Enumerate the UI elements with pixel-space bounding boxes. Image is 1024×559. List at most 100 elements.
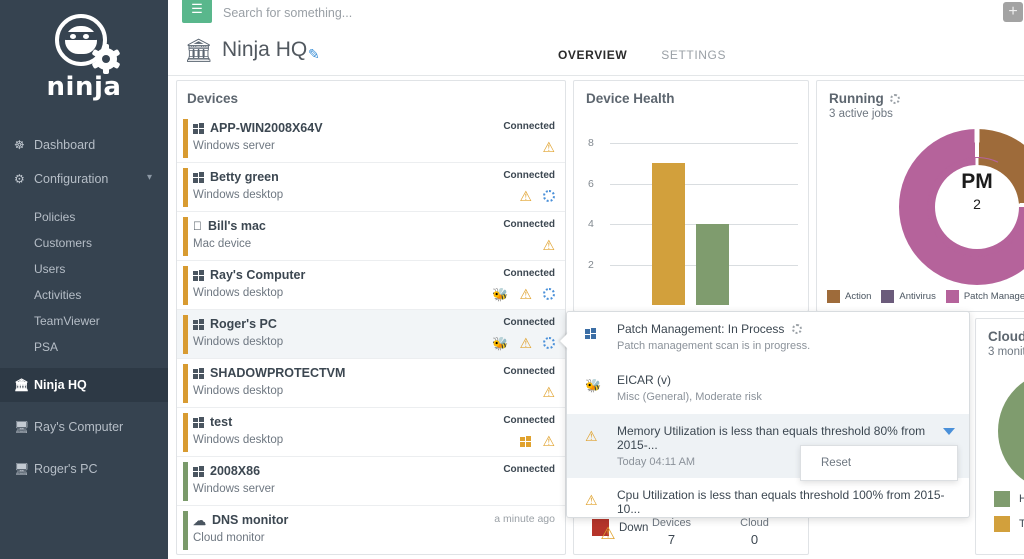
reset-dropdown-menu[interactable]: Reset — [800, 445, 958, 481]
device-status: Connected — [503, 464, 555, 475]
hamburger-icon[interactable]: ☰ — [182, 0, 212, 23]
legend-label: Action — [845, 291, 871, 302]
device-row[interactable]: testWindows desktopConnected⚠ — [177, 408, 565, 457]
logo[interactable]: ninja — [0, 0, 168, 102]
device-status-bar — [183, 364, 188, 403]
device-row[interactable]: Roger's PCWindows desktopConnected🐝⚠ — [177, 310, 565, 359]
device-status: a minute ago — [494, 513, 555, 525]
running-subtitle: 3 active jobs — [829, 108, 893, 120]
warning-icon[interactable]: ⚠ — [519, 336, 532, 350]
windows-icon — [585, 328, 596, 339]
warning-icon[interactable]: ⚠ — [585, 428, 598, 444]
device-type: Windows desktop — [193, 385, 555, 397]
sidebar-item-users[interactable]: Users — [0, 256, 168, 282]
plus-icon[interactable]: + — [1003, 2, 1023, 22]
device-row[interactable]: Bill's macMac deviceConnected⚠ — [177, 212, 565, 261]
sidebar-item-teamviewer[interactable]: TeamViewer — [0, 308, 168, 334]
sidebar-item-label: Ray's Computer — [34, 420, 123, 434]
legend-swatch — [994, 516, 1010, 532]
sidebar-item-label: Customers — [34, 236, 92, 250]
device-row[interactable]: APP-WIN2008X64VWindows serverConnected⚠ — [177, 114, 565, 163]
monitor-icon: 🖥 — [14, 462, 34, 476]
bug-icon[interactable]: 🐝 — [585, 378, 601, 393]
sidebar-item-rays-computer[interactable]: 🖥 Ray's Computer — [0, 410, 168, 444]
legend-swatch — [946, 290, 959, 303]
warning-icon[interactable]: ⚠ — [542, 434, 555, 448]
windows-icon — [193, 123, 204, 134]
warning-icon[interactable]: ⚠ — [542, 238, 555, 252]
spinner-icon — [792, 324, 802, 334]
warning-icon[interactable]: ⚠ — [542, 140, 555, 154]
page-title: Ninja HQ — [222, 38, 307, 62]
sidebar-item-psa[interactable]: PSA — [0, 334, 168, 360]
edit-pencil-icon[interactable]: ✎ — [308, 46, 320, 63]
bug-icon[interactable]: 🐝 — [492, 337, 508, 350]
tab-settings[interactable]: SETTINGS — [661, 48, 726, 62]
donut-center-key: PM — [935, 171, 1019, 192]
chart-gridline — [610, 184, 798, 185]
sidebar-item-policies[interactable]: Policies — [0, 204, 168, 230]
sidebar-item-label: PSA — [34, 340, 58, 354]
ninja-logo-icon — [51, 12, 117, 76]
spinner-icon — [543, 288, 555, 300]
dropdown-item-reset[interactable]: Reset — [801, 457, 851, 469]
sidebar-item-rogers-pc[interactable]: 🖥 Roger's PC — [0, 452, 168, 486]
device-row[interactable]: Ray's ComputerWindows desktopConnected🐝⚠ — [177, 261, 565, 310]
popover-row[interactable]: ⚠ Cpu Utilization is less than equals thr… — [567, 478, 969, 518]
chevron-down-icon[interactable] — [943, 428, 955, 435]
chart-bar[interactable] — [696, 224, 729, 305]
device-health-title: Device Health — [586, 91, 675, 106]
legend-swatch — [994, 491, 1010, 507]
popover-row[interactable]: 🐝EICAR (v)Misc (General), Moderate risk — [567, 363, 969, 414]
sidebar-item-customers[interactable]: Customers — [0, 230, 168, 256]
device-row[interactable]: Betty greenWindows desktopConnected⚠ — [177, 163, 565, 212]
popover-row-title-text: Cpu Utilization is less than equals thre… — [617, 488, 955, 516]
device-row[interactable]: SHADOWPROTECTVMWindows desktopConnected⚠ — [177, 359, 565, 408]
chart-bar[interactable] — [652, 163, 685, 305]
sidebar-item-ninja-hq[interactable]: 🏛 Ninja HQ — [0, 368, 168, 402]
device-name: APP-WIN2008X64V — [193, 121, 555, 135]
sidebar-item-configuration[interactable]: ⚙ Configuration ▾ — [0, 162, 168, 196]
running-card: Running 3 active jobs PM 2 ActionAntivir… — [816, 80, 1024, 312]
legend-swatch — [827, 290, 840, 303]
popover-row-icon: ⚠ — [585, 428, 598, 446]
warning-icon: ⚠ — [600, 525, 615, 542]
device-row[interactable]: 2008X86Windows serverConnected — [177, 457, 565, 506]
device-detail-popover: Patch Management: In ProcessPatch manage… — [566, 311, 970, 518]
dashboard-icon: ☸ — [14, 138, 34, 152]
cloud-icon: ☁ — [193, 514, 206, 527]
popover-row-title: Cpu Utilization is less than equals thre… — [617, 488, 955, 516]
warning-icon[interactable]: ⚠ — [519, 189, 532, 203]
sidebar-item-dashboard[interactable]: ☸ Dashboard — [0, 128, 168, 162]
popover-row-title: Patch Management: In Process — [617, 322, 955, 336]
windows-icon — [193, 417, 204, 428]
apple-icon:  — [193, 220, 202, 232]
device-row[interactable]: ☁DNS monitorCloud monitora minute ago — [177, 506, 565, 554]
devices-card: Devices APP-WIN2008X64VWindows serverCon… — [176, 80, 566, 555]
sidebar-item-label: TeamViewer — [34, 314, 100, 328]
device-name-text: 2008X86 — [210, 464, 260, 478]
device-status: Connected — [503, 268, 555, 279]
device-type: Windows desktop — [193, 434, 555, 446]
popover-row[interactable]: Patch Management: In ProcessPatch manage… — [567, 312, 969, 363]
popover-row-title: EICAR (v) — [617, 373, 955, 387]
summary-value: 0 — [713, 532, 796, 547]
warning-icon[interactable]: ⚠ — [519, 287, 532, 301]
tab-overview[interactable]: OVERVIEW — [558, 48, 627, 62]
device-icons: ⚠ — [542, 140, 555, 154]
warning-icon[interactable]: ⚠ — [585, 492, 598, 508]
device-icons: ⚠ — [542, 238, 555, 252]
warning-icon[interactable]: ⚠ — [542, 385, 555, 399]
running-card-title: Running — [829, 91, 900, 106]
search-input[interactable] — [223, 0, 923, 26]
summary-key: Devices — [630, 517, 713, 529]
device-status-bar — [183, 168, 188, 207]
windows-icon — [193, 270, 204, 281]
bug-icon[interactable]: 🐝 — [492, 288, 508, 301]
sidebar-item-activities[interactable]: Activities — [0, 282, 168, 308]
bank-icon: 🏛 — [14, 378, 34, 392]
windows-icon — [193, 368, 204, 379]
y-axis-tick: 4 — [588, 218, 594, 230]
devices-list[interactable]: APP-WIN2008X64VWindows serverConnected⚠B… — [177, 114, 565, 554]
summary-col-devices: Devices 7 — [630, 517, 713, 547]
